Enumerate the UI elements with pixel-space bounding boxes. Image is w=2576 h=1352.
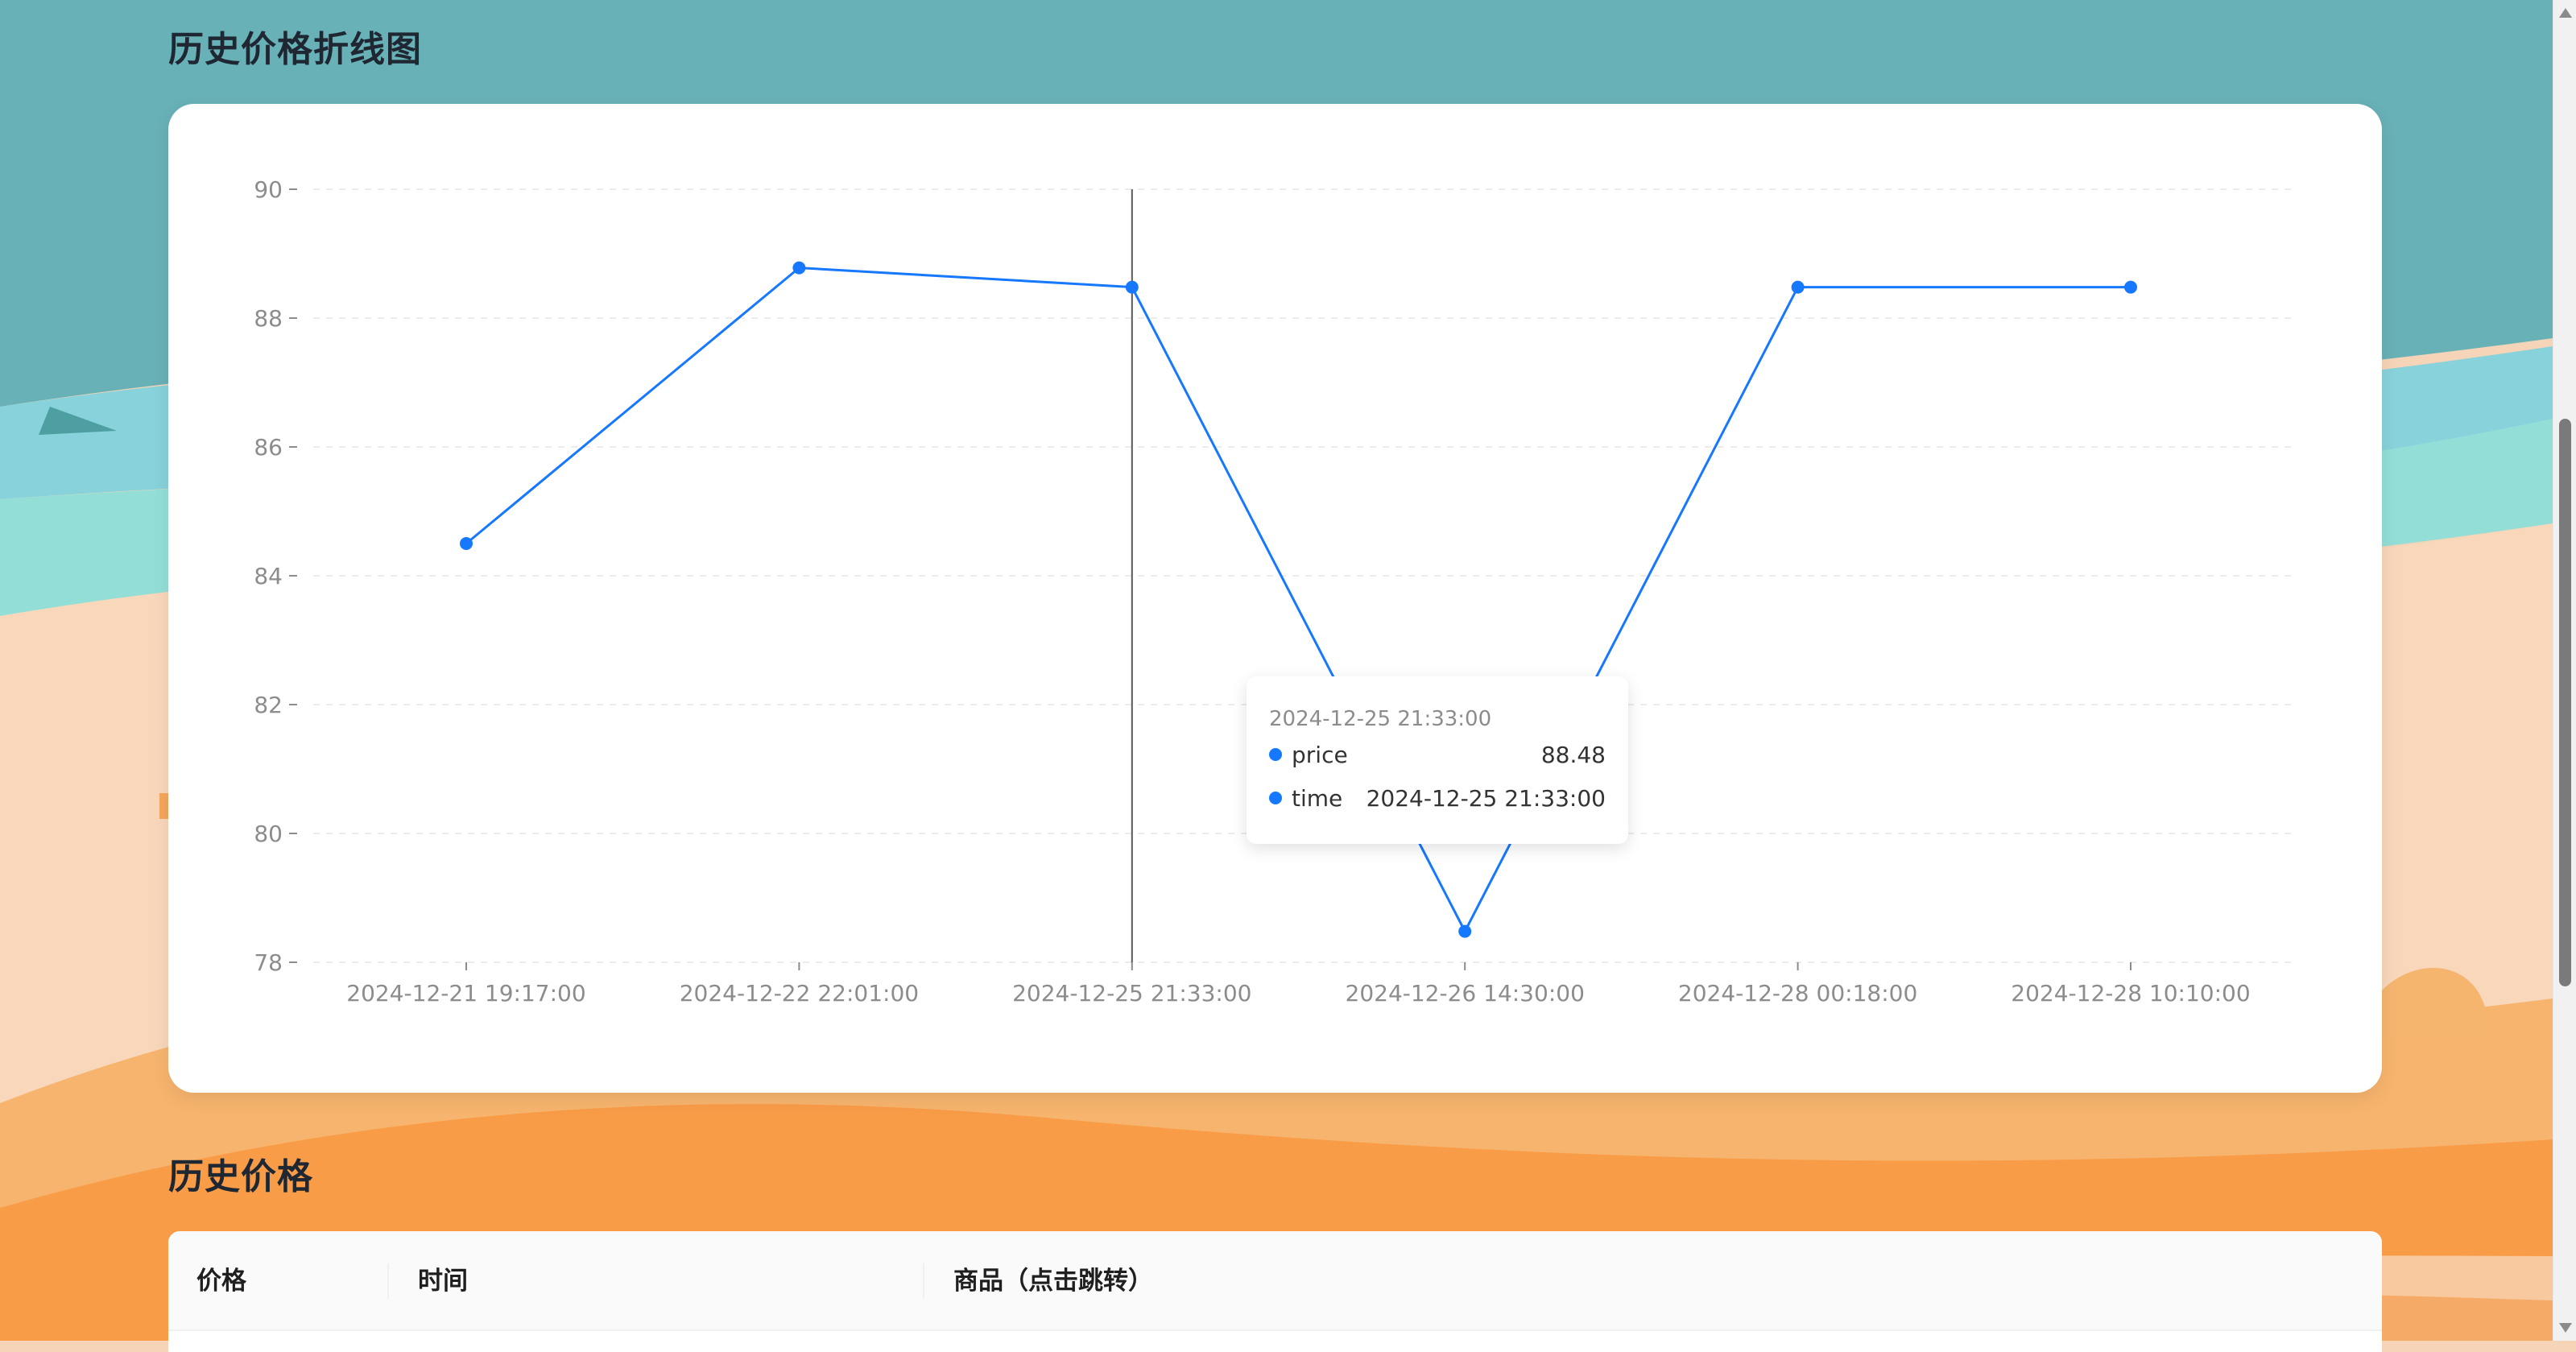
series-dot-icon [1269,792,1282,804]
chart-tooltip: 2024-12-25 21:33:00 price 88.48 time 202… [1247,676,1628,844]
column-divider [923,1263,924,1299]
scroll-thumb[interactable] [2559,419,2571,986]
column-divider [387,1263,389,1299]
table-header-price[interactable]: 价格 [196,1231,246,1331]
price-data-point[interactable] [1791,280,1805,294]
scroll-down-icon[interactable] [2559,1323,2572,1333]
y-tick-label: 90 [254,176,283,203]
price-table-section-title: 历史价格 [168,1156,313,1197]
tooltip-title: 2024-12-25 21:33:00 [1269,707,1492,731]
chart-section-title: 历史价格折线图 [168,29,422,70]
tooltip-key-time-wrap: time [1269,785,1342,812]
table-header-time[interactable]: 时间 [418,1231,468,1331]
tooltip-key-price-wrap: price [1269,742,1348,768]
page-content: 历史价格折线图 90 88 86 84 82 80 78 2024-12-21 19:17:… [0,0,2553,1352]
scroll-up-icon[interactable] [2559,8,2572,18]
tooltip-row-price: price 88.48 [1269,733,1606,776]
x-tick-label: 2024-12-28 00:18:00 [1678,980,1917,1007]
tooltip-value-time: 2024-12-25 21:33:00 [1366,784,1606,812]
y-tick-label: 78 [254,949,283,976]
x-tick-label: 2024-12-28 10:10:00 [2011,980,2250,1007]
y-tick-label: 88 [254,305,283,332]
x-tick-label: 2024-12-22 22:01:00 [680,980,919,1007]
tooltip-row-time: time 2024-12-25 21:33:00 [1269,776,1606,820]
price-history-line-chart: 90888684828078 2024-12-21 19:17:00 2024-1… [254,176,2294,1007]
price-data-point[interactable] [2124,280,2137,294]
price-data-point[interactable] [792,261,806,275]
x-tick-label: 2024-12-21 19:17:00 [346,980,585,1007]
x-tick-label: 2024-12-25 21:33:00 [1012,980,1251,1007]
tooltip-value-price: 88.48 [1540,741,1606,768]
x-tick-label: 2024-12-26 14:30:00 [1346,980,1585,1007]
price-history-table: 价格 时间 商品（点击跳转） [168,1231,2382,1352]
y-tick-label: 86 [254,434,283,461]
y-axis-grid [313,188,2294,963]
price-data-point[interactable] [460,537,473,550]
price-data-point[interactable] [1125,280,1139,294]
price-data-point[interactable] [1458,924,1472,938]
table-header-product[interactable]: 商品（点击跳转） [953,1231,1153,1331]
x-axis-ticks: 2024-12-21 19:17:00 2024-12-22 22:01:00 20… [346,962,2251,1007]
tooltip-key-time: time [1292,784,1343,812]
y-axis-ticks: 90 88 86 84 82 80 78 [254,176,297,976]
price-history-chart-card: 90 88 86 84 82 80 78 2024-12-21 19:17:00 2024-1… [168,104,2382,1093]
vertical-scrollbar[interactable] [2553,0,2576,1341]
series-dot-icon [1269,748,1282,761]
y-tick-label: 80 [254,821,283,847]
y-tick-label: 82 [254,692,283,718]
table-header: 价格 时间 商品（点击跳转） [168,1231,2382,1331]
y-tick-label: 84 [254,563,283,589]
tooltip-key-price: price [1292,741,1348,768]
